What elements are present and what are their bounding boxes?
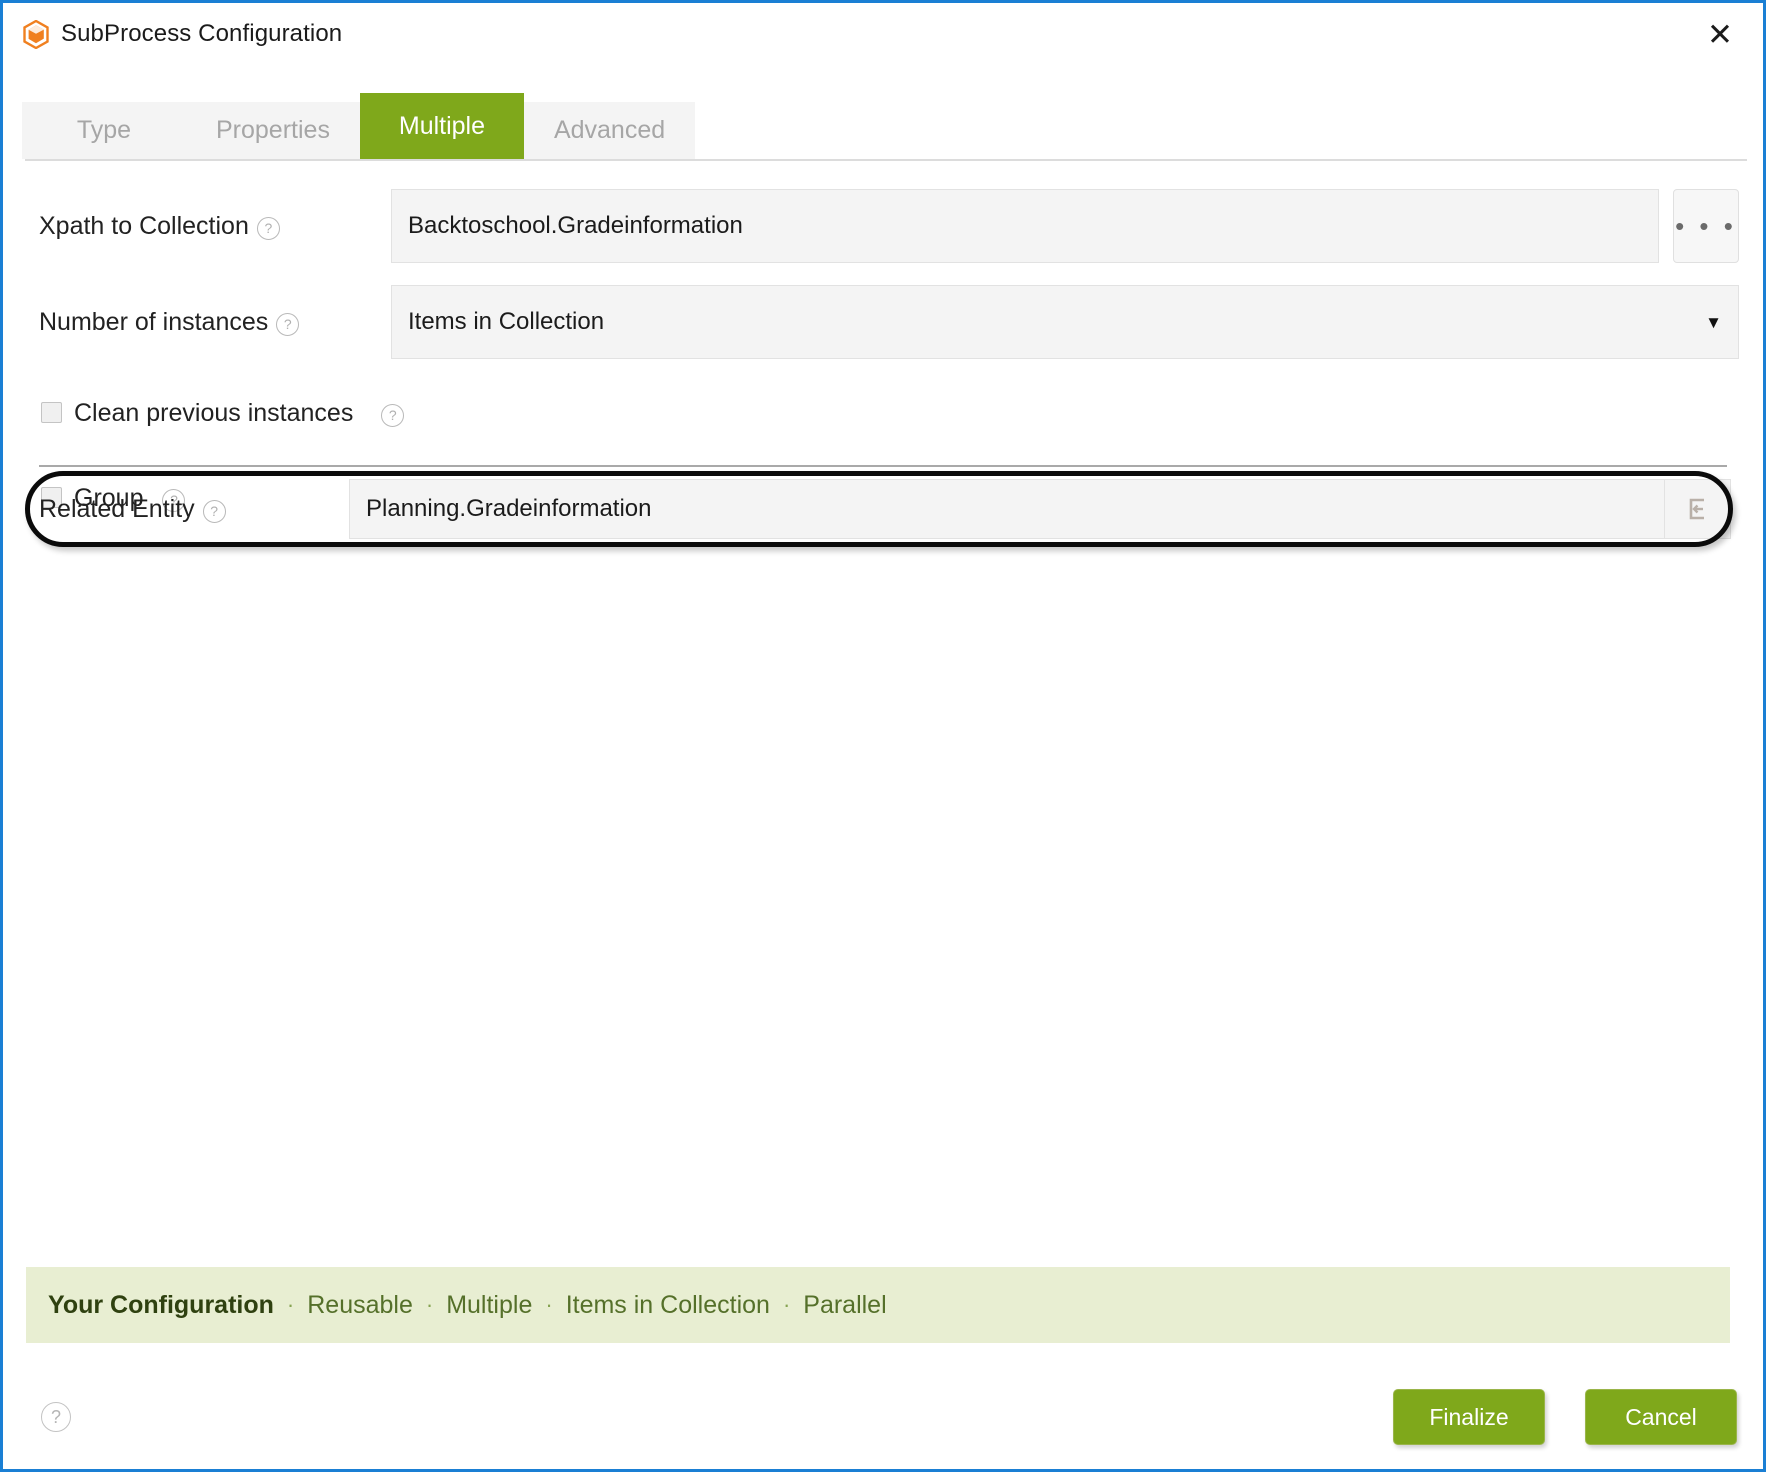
tab-properties[interactable]: Properties: [186, 102, 360, 159]
tabstrip: Type Properties Multiple Advanced: [22, 93, 696, 159]
clean-previous-instances-row: Clean previous instances ?: [3, 385, 1763, 441]
related-entity-input[interactable]: Planning.Gradeinformation: [349, 479, 1665, 539]
chevron-down-icon: ▼: [1705, 312, 1722, 332]
instances-label-text: Number of instances: [39, 307, 269, 336]
subprocess-configuration-dialog: SubProcess Configuration ✕ Type Properti…: [0, 0, 1766, 1472]
summary-item-parallel: Parallel: [803, 1290, 887, 1319]
dialog-footer: ? Finalize Cancel: [3, 1367, 1763, 1467]
close-icon[interactable]: ✕: [1699, 13, 1741, 55]
xpath-to-collection-label: Xpath to Collection ?: [39, 212, 391, 241]
multiple-tab-form: Xpath to Collection ? Backtoschool.Grade…: [3, 181, 1763, 519]
clean-previous-instances-label: Clean previous instances: [74, 398, 354, 427]
number-of-instances-value: Items in Collection: [408, 308, 605, 335]
title-group: SubProcess Configuration: [23, 19, 343, 49]
mendix-cube-icon: [23, 19, 49, 49]
section-divider: [39, 465, 1727, 467]
help-icon[interactable]: ?: [202, 499, 226, 523]
summary-separator: ·: [545, 1292, 553, 1317]
related-entity-label: Related Entity ?: [39, 495, 349, 524]
related-entity-label-text: Related Entity: [39, 494, 195, 523]
help-circle-icon[interactable]: ?: [41, 1402, 71, 1432]
tab-type[interactable]: Type: [22, 102, 186, 159]
tab-underline: [25, 159, 1747, 161]
configuration-summary-bar: Your Configuration · Reusable · Multiple…: [26, 1267, 1730, 1343]
help-icon[interactable]: ?: [256, 216, 280, 240]
summary-separator: ·: [286, 1292, 295, 1317]
summary-separator: ·: [782, 1292, 791, 1317]
summary-title: Your Configuration: [48, 1290, 274, 1319]
clean-previous-instances-checkbox[interactable]: [41, 401, 62, 423]
ellipsis-icon[interactable]: • • •: [1673, 189, 1739, 263]
dialog-title: SubProcess Configuration: [61, 20, 343, 47]
select-association-icon[interactable]: [1665, 479, 1731, 539]
summary-separator: ·: [425, 1292, 434, 1317]
tab-advanced[interactable]: Advanced: [523, 102, 696, 159]
xpath-to-collection-input[interactable]: Backtoschool.Gradeinformation: [391, 189, 1659, 263]
cancel-button[interactable]: Cancel: [1585, 1389, 1737, 1445]
dialog-titlebar: SubProcess Configuration ✕: [3, 3, 1763, 65]
number-of-instances-label: Number of instances ?: [39, 308, 391, 337]
xpath-to-collection-row: Xpath to Collection ? Backtoschool.Grade…: [3, 189, 1763, 263]
related-entity-row: Related Entity ? Planning.Gradeinformati…: [3, 479, 1763, 539]
help-icon[interactable]: ?: [381, 403, 405, 427]
summary-item-reusable: Reusable: [307, 1290, 413, 1319]
summary-item-multiple: Multiple: [446, 1290, 533, 1319]
number-of-instances-select[interactable]: Items in Collection ▼: [391, 285, 1739, 359]
tab-multiple[interactable]: Multiple: [359, 93, 524, 159]
xpath-label-text: Xpath to Collection: [39, 211, 249, 240]
summary-item-items-in-collection: Items in Collection: [565, 1290, 770, 1319]
finalize-button[interactable]: Finalize: [1393, 1389, 1545, 1445]
number-of-instances-row: Number of instances ? Items in Collectio…: [3, 285, 1763, 359]
help-icon[interactable]: ?: [276, 312, 300, 336]
